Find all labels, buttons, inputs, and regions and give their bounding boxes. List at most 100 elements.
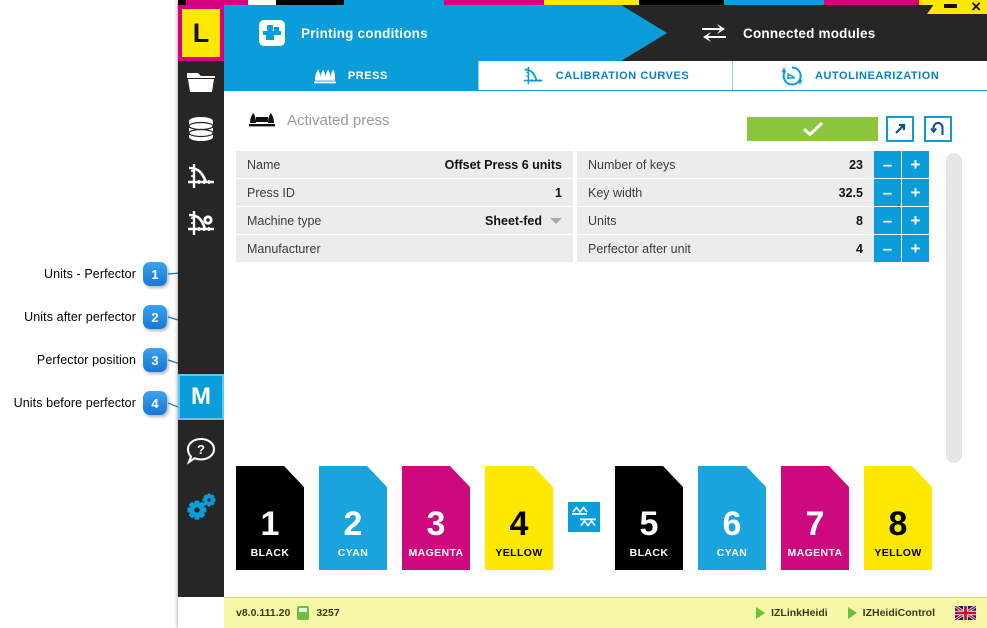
sidebar-item-curves[interactable]	[178, 155, 224, 202]
callout-1-badge: 1	[143, 262, 167, 286]
close-icon[interactable]: ×	[971, 0, 981, 15]
table-row[interactable]: Machine type Sheet-fed	[236, 207, 573, 234]
unit-number: 5	[639, 505, 659, 543]
callout-3-badge: 3	[143, 348, 167, 372]
row-key: Units	[588, 213, 617, 228]
press-unit-2[interactable]: 2 CYAN	[319, 466, 387, 570]
tab-press[interactable]: PRESS	[224, 61, 478, 90]
header-connected-modules-label: Connected modules	[743, 25, 876, 41]
screenshot-root: Units - Perfector 1 Units after perfecto…	[0, 0, 987, 628]
stepper-decrement[interactable]: –	[874, 151, 901, 178]
stepper-increment[interactable]: +	[902, 179, 929, 206]
callout-4-badge: 4	[143, 391, 167, 415]
header-printing-conditions[interactable]: Printing conditions	[257, 5, 428, 61]
row-key: Name	[247, 157, 281, 172]
unit-color-name: MAGENTA	[408, 547, 464, 559]
chevron-down-icon[interactable]	[550, 217, 562, 224]
play-icon	[847, 607, 857, 619]
uk-flag-icon[interactable]	[954, 604, 977, 622]
section-header: Activated press	[249, 110, 390, 130]
callout-1: Units - Perfector 1	[44, 262, 167, 286]
undo-icon	[930, 122, 944, 135]
status-bar: v8.0.111.20 3257 IZLinkHeidi IZHeidiCont…	[224, 597, 987, 628]
curve-settings-icon	[186, 209, 216, 242]
table-row[interactable]: Number of keys 23 – +	[577, 151, 929, 178]
main-content: Activated press Name Offset Press 6 unit…	[224, 91, 987, 597]
scrollbar[interactable]	[946, 153, 962, 463]
press-unit-1[interactable]: 1 BLACK	[236, 466, 304, 570]
stepper: – +	[874, 151, 929, 178]
sidebar-item-measure[interactable]: M	[178, 369, 224, 425]
app-logo: L	[178, 5, 224, 61]
row-value: 4	[856, 241, 863, 256]
table-row[interactable]: Key width 32.5 – +	[577, 179, 929, 206]
row-key: Press ID	[247, 185, 295, 200]
sidebar-item-jobs[interactable]	[178, 61, 224, 108]
curve-icon	[522, 66, 544, 86]
tab-autolinearization[interactable]: AUTOLINEARIZATION	[732, 61, 987, 90]
stepper-increment[interactable]: +	[902, 151, 929, 178]
press-info-table: Name Offset Press 6 units Press ID 1 Mac…	[236, 151, 573, 263]
dongle-number: 3257	[316, 607, 340, 619]
unit-color-name: MAGENTA	[787, 547, 843, 559]
unit-number: 6	[722, 505, 742, 543]
confirm-button[interactable]	[747, 117, 878, 141]
tab-calibration-curves[interactable]: CALIBRATION CURVES	[477, 61, 733, 90]
folder-icon	[186, 70, 216, 99]
row-value: 23	[849, 157, 863, 172]
callout-4: Units before perfector 4	[14, 391, 167, 415]
sidebar-item-help[interactable]: ?	[178, 425, 224, 481]
header-printing-conditions-label: Printing conditions	[301, 25, 428, 41]
tab-calibration-curves-label: CALIBRATION CURVES	[555, 69, 690, 82]
help-icon: ?	[186, 437, 216, 470]
status-link-izlinkheidi-label: IZLinkHeidi	[771, 607, 828, 619]
application-window: × L Printing conditions Connected module…	[178, 0, 987, 628]
press-sheet-icon	[257, 18, 287, 48]
sync-arrows-icon	[699, 18, 729, 48]
stepper-decrement[interactable]: –	[874, 179, 901, 206]
section-header-label: Activated press	[287, 111, 390, 129]
settings-gears-icon	[185, 493, 217, 526]
status-link-izlinkheidi[interactable]: IZLinkHeidi	[756, 607, 828, 619]
stepper-decrement[interactable]: –	[874, 235, 901, 262]
perfector-icon[interactable]	[568, 502, 600, 532]
row-key: Machine type	[247, 213, 322, 228]
header-connected-modules[interactable]: Connected modules	[699, 5, 875, 61]
sidebar-item-database[interactable]	[178, 108, 224, 155]
callout-2-label: Units after perfector	[24, 310, 136, 324]
table-row[interactable]: Units 8 – +	[577, 207, 929, 234]
stepper-increment[interactable]: +	[902, 207, 929, 234]
window-controls: ×	[927, 0, 987, 16]
scrollbar-thumb[interactable]	[946, 153, 962, 463]
tab-autolinearization-label: AUTOLINEARIZATION	[814, 69, 940, 82]
press-unit-5[interactable]: 5 BLACK	[615, 466, 683, 570]
minimize-button[interactable]	[944, 4, 957, 8]
press-unit-8[interactable]: 8 YELLOW	[864, 466, 932, 570]
press-unit-4[interactable]: 4 YELLOW	[485, 466, 553, 570]
press-unit-3[interactable]: 3 MAGENTA	[402, 466, 470, 570]
table-row[interactable]: Name Offset Press 6 units	[236, 151, 573, 178]
press-unit-7[interactable]: 7 MAGENTA	[781, 466, 849, 570]
stepper: – +	[874, 207, 929, 234]
tab-bar: PRESS CALIBRATION CURVES AUTOLINEARIZATI…	[224, 61, 987, 91]
callout-2: Units after perfector 2	[24, 305, 167, 329]
press-unit-6[interactable]: 6 CYAN	[698, 466, 766, 570]
edit-button[interactable]	[886, 116, 914, 142]
unit-color-name: YELLOW	[495, 547, 543, 559]
unit-color-name: BLACK	[250, 547, 290, 559]
undo-button[interactable]	[924, 116, 952, 142]
sidebar-item-curve-settings[interactable]	[178, 202, 224, 249]
unit-number: 2	[343, 505, 363, 543]
table-row[interactable]: Perfector after unit 4 – +	[577, 235, 929, 262]
svg-text:?: ?	[197, 442, 205, 457]
stepper-increment[interactable]: +	[902, 235, 929, 262]
press-units-icon	[313, 66, 336, 86]
row-value: 1	[555, 185, 562, 200]
status-link-izheidicontrol[interactable]: IZHeidiControl	[847, 607, 935, 619]
version-label: v8.0.111.20	[236, 607, 291, 619]
table-row[interactable]: Press ID 1	[236, 179, 573, 206]
sidebar-item-settings[interactable]	[178, 481, 224, 537]
table-row[interactable]: Manufacturer	[236, 235, 573, 262]
stepper-decrement[interactable]: –	[874, 207, 901, 234]
